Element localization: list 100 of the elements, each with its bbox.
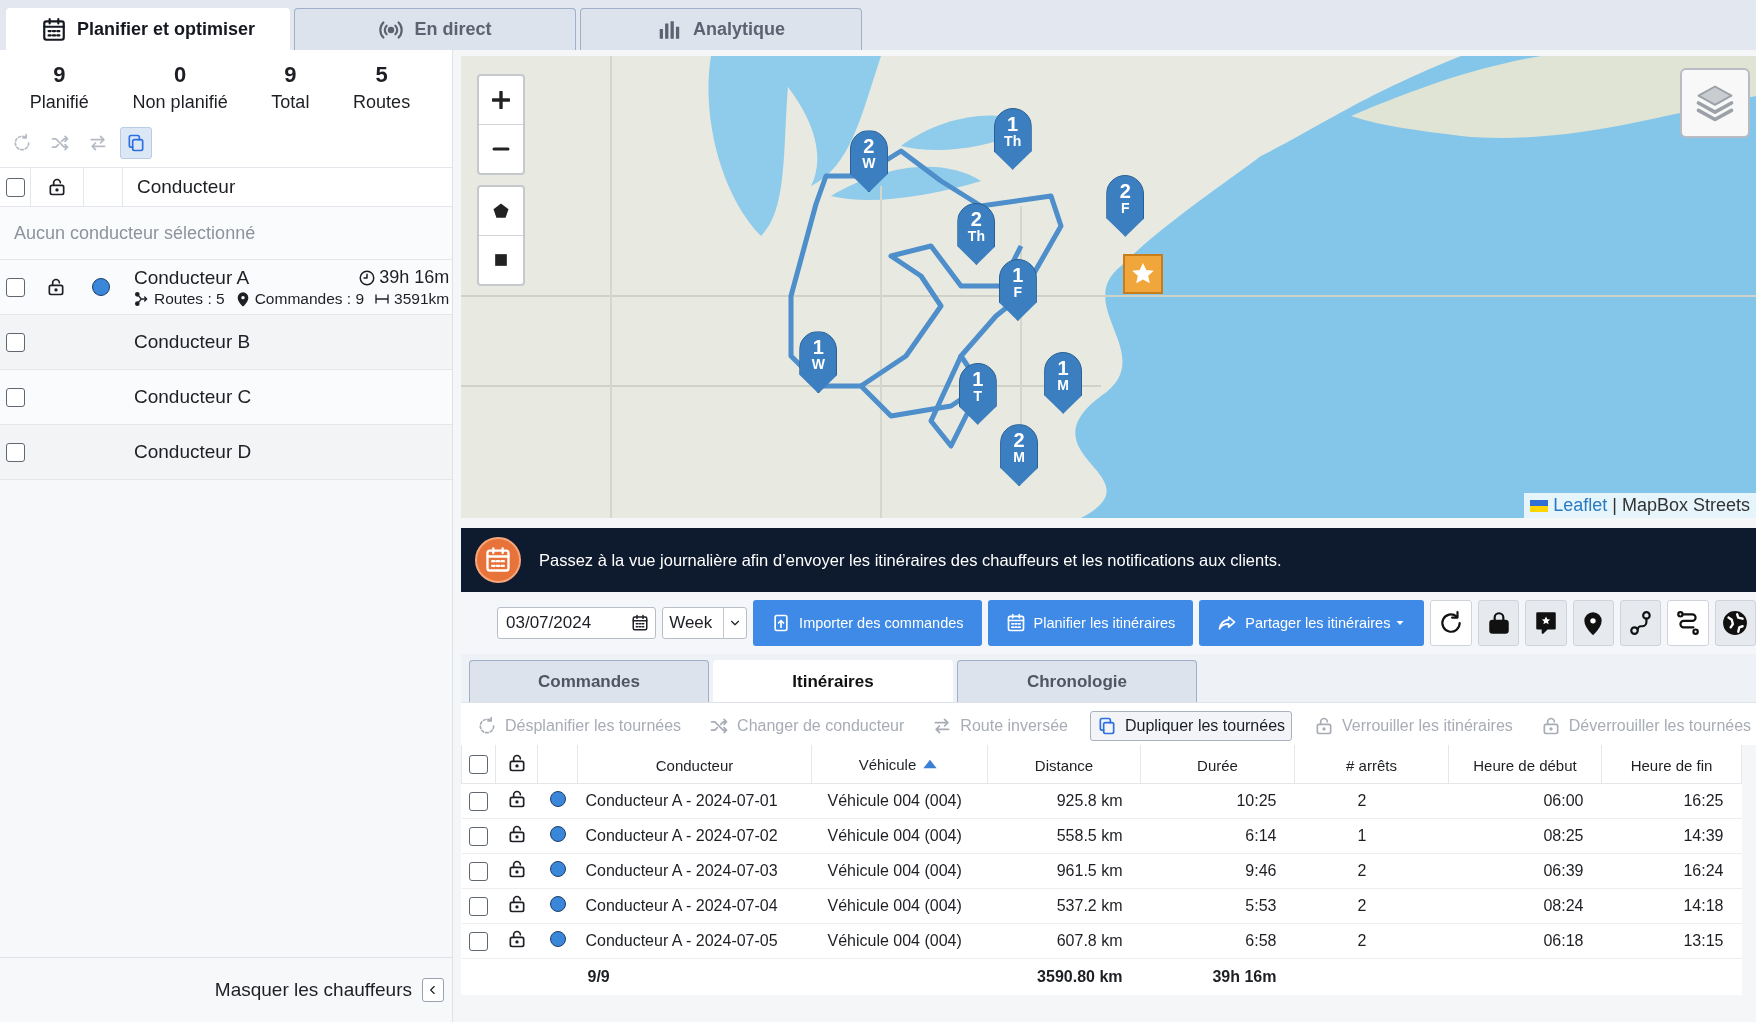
globe-icon (1722, 610, 1749, 636)
checkbox[interactable] (5, 387, 25, 407)
checkbox[interactable] (469, 754, 488, 774)
table-cell: 06:39 (1543, 862, 1584, 879)
calendar-icon (631, 614, 650, 632)
table-cell: 06:18 (1543, 932, 1584, 949)
column-header[interactable]: Durée (1140, 745, 1295, 784)
checkbox[interactable] (5, 177, 25, 197)
leaflet-link[interactable]: Leaflet (1553, 495, 1608, 516)
stat-value: 5 (374, 62, 389, 88)
app-tab[interactable]: Analytique (580, 8, 862, 50)
toolbar-button[interactable] (120, 127, 152, 159)
checkbox[interactable] (469, 931, 488, 951)
table-cell: Conducteur A - 2024-07-01 (585, 792, 778, 809)
flag-icon (1530, 499, 1549, 512)
calendar-icon (40, 16, 67, 43)
circular-arrow-icon (12, 133, 32, 153)
total-count: 9/9 (586, 968, 610, 985)
table-cell: 2 (1357, 932, 1367, 949)
column-header[interactable]: Distance (987, 745, 1141, 784)
table-cell: 2 (1357, 862, 1367, 879)
checkbox[interactable] (469, 826, 488, 846)
copy-icon (126, 133, 146, 153)
routes-count: Routes : 5 (154, 289, 225, 308)
table-cell: Conducteur A - 2024-07-05 (585, 932, 778, 949)
lock-icon (1314, 716, 1335, 736)
table-cell: 925.8 km (1056, 792, 1123, 809)
stat-label: Total (271, 92, 310, 113)
table-cell: 14:18 (1683, 897, 1724, 914)
calendar-icon (1005, 613, 1026, 633)
orders-count: Commandes : 9 (254, 289, 365, 308)
table-cell: 08:24 (1543, 897, 1584, 914)
table-cell: Conducteur A - 2024-07-03 (585, 862, 778, 879)
table-cell: 6:58 (1245, 932, 1277, 949)
app-tab[interactable]: Planifier et optimiser (6, 8, 290, 50)
stat-value: 0 (173, 62, 188, 88)
branch-icon (134, 290, 150, 307)
table-cell: 5:53 (1245, 897, 1277, 914)
plus-icon (492, 91, 510, 109)
lock-button[interactable] (1477, 600, 1520, 646)
tab[interactable]: Commandes (469, 660, 709, 702)
checkbox[interactable] (469, 791, 488, 811)
shuffle-icon (50, 133, 70, 153)
route-icon (1627, 610, 1654, 636)
action-button[interactable]: Planifier les itinéraires (987, 600, 1194, 646)
distance: 3591km (394, 289, 450, 308)
star-icon (1131, 263, 1156, 286)
circular-arrow-icon (477, 716, 497, 736)
tab[interactable]: Itinéraires (713, 660, 953, 702)
share-arrow-icon (1217, 613, 1238, 633)
refresh-button[interactable] (1430, 600, 1472, 646)
action-button[interactable]: Importer des commandes (753, 600, 982, 646)
table-cell: Conducteur A - 2024-07-04 (585, 897, 778, 914)
checkbox[interactable] (469, 896, 488, 916)
table-cell: 13:15 (1683, 932, 1724, 949)
column-header[interactable]: Heure de fin (1601, 745, 1742, 784)
globe-button[interactable] (1714, 600, 1756, 646)
checkbox[interactable] (5, 332, 25, 352)
table-cell: Véhicule 004 (004) (827, 862, 962, 879)
column-header[interactable]: Conducteur (577, 745, 812, 784)
checkbox[interactable] (5, 277, 25, 297)
action-button[interactable]: Partager les itinéraires (1199, 600, 1425, 646)
total-duration: 39h 16m (1212, 968, 1277, 985)
banner-message: Passez à la vue journalière afin d’envoyer les itinéraires des chauffeurs et les notifications aux clients. (539, 550, 1282, 570)
stat-value: 9 (283, 62, 298, 88)
depot-marker[interactable] (1123, 254, 1164, 295)
checkbox[interactable] (5, 442, 25, 462)
lock-icon (46, 277, 66, 297)
driver-name: Conducteur D (134, 441, 253, 463)
table-cell: 558.5 km (1056, 827, 1123, 844)
collapse-button[interactable] (422, 978, 444, 1002)
table-cell: 06:00 (1543, 792, 1584, 809)
checkbox[interactable] (469, 861, 488, 881)
table-cell: 10:25 (1236, 792, 1277, 809)
table-cell: 6:14 (1245, 827, 1277, 844)
column-header[interactable]: Heure de début (1448, 745, 1602, 784)
action-link[interactable]: Dupliquer les tournées (1089, 711, 1293, 741)
stat-value: 9 (52, 62, 67, 88)
attribution-text: MapBox Streets (1621, 495, 1750, 516)
route-button[interactable] (1619, 600, 1662, 646)
stat-label: Routes (353, 92, 411, 113)
column-header[interactable]: # arrêts (1294, 745, 1449, 784)
app-tab[interactable]: En direct (294, 8, 576, 50)
table-cell: Véhicule 004 (004) (827, 827, 962, 844)
total-distance: 3590.80 km (1037, 968, 1123, 985)
pin-button[interactable] (1572, 600, 1614, 646)
date-field[interactable]: 03/07/2024 (497, 607, 657, 639)
stat-label: Planifié (29, 92, 89, 113)
tab[interactable]: Chronologie (957, 660, 1197, 702)
path-button[interactable] (1667, 600, 1709, 646)
hide-drivers-link[interactable]: Masquer les chauffeurs (214, 979, 412, 1001)
period-select[interactable]: Week (662, 607, 748, 639)
table-cell: 2 (1357, 792, 1367, 809)
shuffle-icon (709, 716, 730, 736)
driver-name: Conducteur B (134, 331, 252, 353)
column-header[interactable]: Véhicule (811, 745, 988, 784)
notes-button[interactable] (1525, 600, 1567, 646)
calendar-icon (484, 546, 512, 574)
table-cell: Véhicule 004 (004) (827, 932, 962, 949)
column-header: Conducteur (136, 175, 237, 199)
